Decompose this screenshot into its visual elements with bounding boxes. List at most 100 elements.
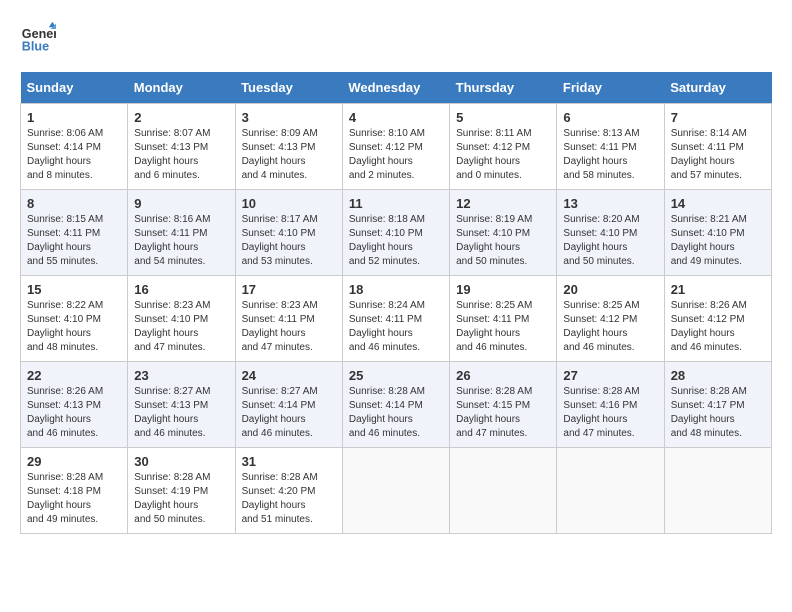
day-number: 25 [349,368,443,383]
week-row-5: 29 Sunrise: 8:28 AMSunset: 4:18 PMDayligh… [21,448,772,534]
calendar-cell: 23 Sunrise: 8:27 AMSunset: 4:13 PMDayligh… [128,362,235,448]
day-number: 13 [563,196,657,211]
cell-info: Sunrise: 8:23 AMSunset: 4:10 PMDaylight … [134,299,228,355]
calendar-cell: 16 Sunrise: 8:23 AMSunset: 4:10 PMDayligh… [128,276,235,362]
day-number: 17 [242,282,336,297]
cell-info: Sunrise: 8:06 AMSunset: 4:14 PMDaylight … [27,127,121,183]
cell-info: Sunrise: 8:26 AMSunset: 4:13 PMDaylight … [27,385,121,441]
logo: General Blue [20,20,60,56]
calendar-cell [557,448,664,534]
cell-info: Sunrise: 8:17 AMSunset: 4:10 PMDaylight … [242,213,336,269]
cell-info: Sunrise: 8:13 AMSunset: 4:11 PMDaylight … [563,127,657,183]
day-number: 22 [27,368,121,383]
calendar-cell: 29 Sunrise: 8:28 AMSunset: 4:18 PMDayligh… [21,448,128,534]
cell-info: Sunrise: 8:20 AMSunset: 4:10 PMDaylight … [563,213,657,269]
cell-info: Sunrise: 8:19 AMSunset: 4:10 PMDaylight … [456,213,550,269]
header-day-tuesday: Tuesday [235,72,342,104]
day-number: 1 [27,110,121,125]
day-number: 28 [671,368,765,383]
day-number: 15 [27,282,121,297]
day-number: 2 [134,110,228,125]
cell-info: Sunrise: 8:23 AMSunset: 4:11 PMDaylight … [242,299,336,355]
day-number: 29 [27,454,121,469]
calendar-cell: 10Sunrise: 8:17 AMSunset: 4:10 PMDayligh… [235,190,342,276]
day-number: 24 [242,368,336,383]
calendar-cell: 26 Sunrise: 8:28 AMSunset: 4:15 PMDayligh… [450,362,557,448]
cell-info: Sunrise: 8:25 AMSunset: 4:11 PMDaylight … [456,299,550,355]
calendar-cell: 1 Sunrise: 8:06 AMSunset: 4:14 PMDaylight… [21,104,128,190]
week-row-2: 8 Sunrise: 8:15 AMSunset: 4:11 PMDaylight… [21,190,772,276]
calendar-cell: 17 Sunrise: 8:23 AMSunset: 4:11 PMDayligh… [235,276,342,362]
day-number: 3 [242,110,336,125]
cell-info: Sunrise: 8:28 AMSunset: 4:17 PMDaylight … [671,385,765,441]
header-day-saturday: Saturday [664,72,771,104]
cell-info: Sunrise: 8:07 AMSunset: 4:13 PMDaylight … [134,127,228,183]
calendar-cell: 5 Sunrise: 8:11 AMSunset: 4:12 PMDaylight… [450,104,557,190]
calendar-cell: 15 Sunrise: 8:22 AMSunset: 4:10 PMDayligh… [21,276,128,362]
day-number: 5 [456,110,550,125]
calendar-cell: 21 Sunrise: 8:26 AMSunset: 4:12 PMDayligh… [664,276,771,362]
day-number: 9 [134,196,228,211]
cell-info: Sunrise: 8:15 AMSunset: 4:11 PMDaylight … [27,213,121,269]
cell-info: Sunrise: 8:28 AMSunset: 4:19 PMDaylight … [134,471,228,527]
cell-info: Sunrise: 8:27 AMSunset: 4:14 PMDaylight … [242,385,336,441]
calendar-cell: 9Sunrise: 8:16 AMSunset: 4:11 PMDaylight… [128,190,235,276]
header-day-wednesday: Wednesday [342,72,449,104]
day-number: 14 [671,196,765,211]
calendar-cell: 4Sunrise: 8:10 AMSunset: 4:12 PMDaylight… [342,104,449,190]
day-number: 26 [456,368,550,383]
svg-text:Blue: Blue [22,40,49,54]
cell-info: Sunrise: 8:27 AMSunset: 4:13 PMDaylight … [134,385,228,441]
logo-icon: General Blue [20,20,56,56]
day-number: 21 [671,282,765,297]
day-number: 16 [134,282,228,297]
cell-info: Sunrise: 8:28 AMSunset: 4:20 PMDaylight … [242,471,336,527]
page-header: General Blue [20,20,772,56]
day-number: 19 [456,282,550,297]
cell-info: Sunrise: 8:14 AMSunset: 4:11 PMDaylight … [671,127,765,183]
cell-info: Sunrise: 8:28 AMSunset: 4:16 PMDaylight … [563,385,657,441]
calendar-cell: 12 Sunrise: 8:19 AMSunset: 4:10 PMDayligh… [450,190,557,276]
cell-info: Sunrise: 8:10 AMSunset: 4:12 PMDaylight … [349,127,443,183]
cell-info: Sunrise: 8:11 AMSunset: 4:12 PMDaylight … [456,127,550,183]
calendar-table: SundayMondayTuesdayWednesdayThursdayFrid… [20,72,772,534]
calendar-cell [664,448,771,534]
cell-info: Sunrise: 8:25 AMSunset: 4:12 PMDaylight … [563,299,657,355]
day-number: 6 [563,110,657,125]
cell-info: Sunrise: 8:28 AMSunset: 4:15 PMDaylight … [456,385,550,441]
calendar-cell: 20 Sunrise: 8:25 AMSunset: 4:12 PMDayligh… [557,276,664,362]
day-number: 31 [242,454,336,469]
day-number: 8 [27,196,121,211]
cell-info: Sunrise: 8:22 AMSunset: 4:10 PMDaylight … [27,299,121,355]
day-number: 30 [134,454,228,469]
calendar-cell [342,448,449,534]
calendar-cell: 2 Sunrise: 8:07 AMSunset: 4:13 PMDaylight… [128,104,235,190]
cell-info: Sunrise: 8:09 AMSunset: 4:13 PMDaylight … [242,127,336,183]
day-number: 12 [456,196,550,211]
cell-info: Sunrise: 8:18 AMSunset: 4:10 PMDaylight … [349,213,443,269]
header-day-thursday: Thursday [450,72,557,104]
calendar-cell: 13 Sunrise: 8:20 AMSunset: 4:10 PMDayligh… [557,190,664,276]
week-row-1: 1 Sunrise: 8:06 AMSunset: 4:14 PMDaylight… [21,104,772,190]
week-row-3: 15 Sunrise: 8:22 AMSunset: 4:10 PMDayligh… [21,276,772,362]
week-row-4: 22 Sunrise: 8:26 AMSunset: 4:13 PMDayligh… [21,362,772,448]
calendar-cell: 28 Sunrise: 8:28 AMSunset: 4:17 PMDayligh… [664,362,771,448]
calendar-cell: 22 Sunrise: 8:26 AMSunset: 4:13 PMDayligh… [21,362,128,448]
day-number: 20 [563,282,657,297]
header-row: SundayMondayTuesdayWednesdayThursdayFrid… [21,72,772,104]
day-number: 27 [563,368,657,383]
calendar-cell: 8 Sunrise: 8:15 AMSunset: 4:11 PMDaylight… [21,190,128,276]
cell-info: Sunrise: 8:28 AMSunset: 4:14 PMDaylight … [349,385,443,441]
cell-info: Sunrise: 8:26 AMSunset: 4:12 PMDaylight … [671,299,765,355]
calendar-cell: 7Sunrise: 8:14 AMSunset: 4:11 PMDaylight… [664,104,771,190]
calendar-cell: 31 Sunrise: 8:28 AMSunset: 4:20 PMDayligh… [235,448,342,534]
calendar-cell: 30 Sunrise: 8:28 AMSunset: 4:19 PMDayligh… [128,448,235,534]
calendar-cell: 27 Sunrise: 8:28 AMSunset: 4:16 PMDayligh… [557,362,664,448]
calendar-cell: 14Sunrise: 8:21 AMSunset: 4:10 PMDayligh… [664,190,771,276]
day-number: 23 [134,368,228,383]
cell-info: Sunrise: 8:28 AMSunset: 4:18 PMDaylight … [27,471,121,527]
cell-info: Sunrise: 8:24 AMSunset: 4:11 PMDaylight … [349,299,443,355]
header-day-friday: Friday [557,72,664,104]
header-day-sunday: Sunday [21,72,128,104]
calendar-cell: 25 Sunrise: 8:28 AMSunset: 4:14 PMDayligh… [342,362,449,448]
